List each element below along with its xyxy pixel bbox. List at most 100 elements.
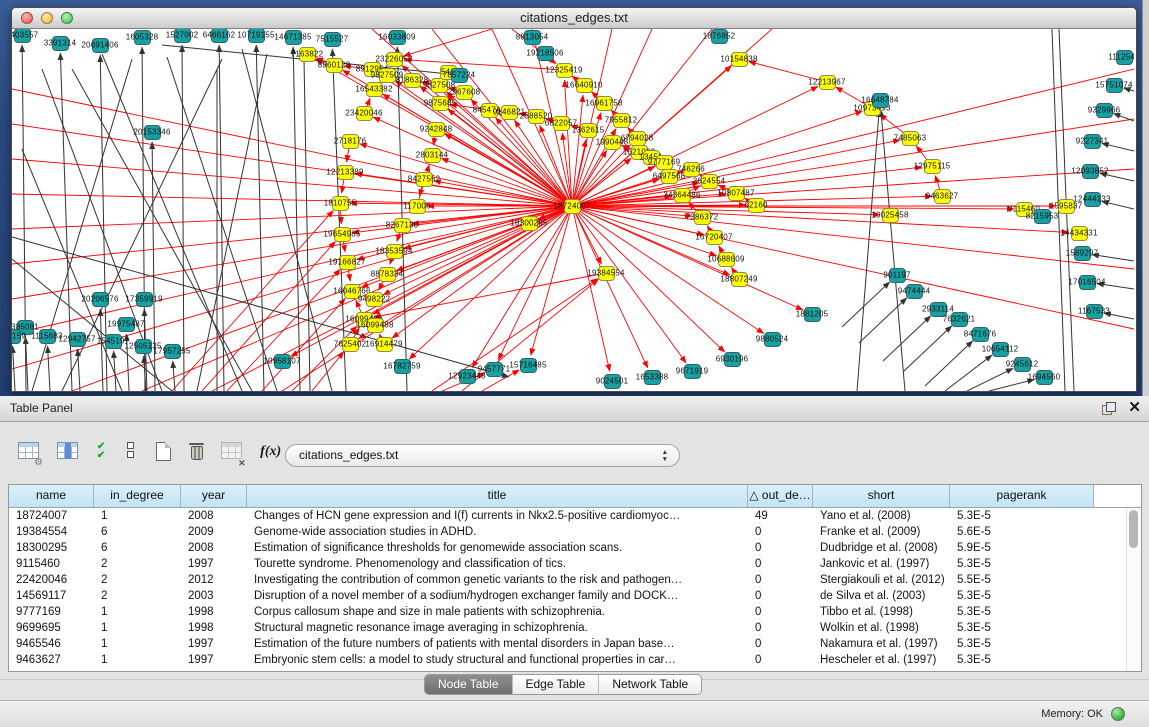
graph-node[interactable] bbox=[332, 196, 349, 211]
graph-node[interactable] bbox=[731, 272, 748, 287]
close-panel-icon[interactable]: ✕ bbox=[1128, 399, 1141, 417]
table-row[interactable]: 946362711997Embryonic stem cells: a mode… bbox=[9, 652, 1141, 668]
graph-node[interactable] bbox=[930, 302, 947, 317]
graph-node[interactable] bbox=[889, 268, 906, 283]
minimize-window-button[interactable] bbox=[41, 12, 53, 24]
graph-node[interactable] bbox=[459, 369, 476, 384]
select-all-button[interactable]: ✔✔ bbox=[97, 442, 115, 463]
graph-node[interactable] bbox=[135, 339, 152, 354]
table-row[interactable]: 2242004622012Investigating the contribut… bbox=[9, 572, 1141, 588]
graph-node[interactable] bbox=[520, 358, 537, 373]
vertical-scrollbar[interactable] bbox=[1126, 508, 1141, 671]
column-header[interactable]: pagerank bbox=[950, 485, 1094, 507]
graph-node[interactable] bbox=[431, 78, 448, 93]
graph-node[interactable] bbox=[1014, 357, 1031, 372]
delete-column-button[interactable] bbox=[189, 442, 204, 466]
zoom-window-button[interactable] bbox=[61, 12, 73, 24]
show-columns-button[interactable] bbox=[57, 442, 78, 464]
graph-node[interactable] bbox=[324, 32, 341, 47]
graph-node[interactable] bbox=[285, 30, 302, 45]
graph-node[interactable] bbox=[1016, 202, 1033, 217]
graph-node[interactable] bbox=[356, 106, 373, 121]
table-row[interactable]: 1830029562008Estimation of significance … bbox=[9, 540, 1141, 556]
graph-node[interactable] bbox=[428, 122, 445, 137]
tab-edge-table[interactable]: Edge Table bbox=[513, 675, 600, 694]
graph-node[interactable] bbox=[481, 103, 498, 118]
function-builder-button[interactable]: f(x) bbox=[260, 442, 281, 460]
graph-node[interactable] bbox=[1082, 164, 1099, 179]
graph-node[interactable] bbox=[1058, 199, 1075, 214]
graph-node[interactable] bbox=[951, 312, 968, 327]
graph-node[interactable] bbox=[394, 218, 411, 233]
graph-node[interactable] bbox=[580, 123, 597, 138]
graph-node[interactable] bbox=[674, 188, 691, 203]
graph-node[interactable] bbox=[718, 252, 735, 267]
table-row[interactable]: 1456911722003Disruption of a novel membe… bbox=[9, 588, 1141, 604]
graph-node[interactable] bbox=[334, 227, 351, 242]
table-row[interactable]: 969969511998Structural magnetic resonanc… bbox=[9, 620, 1141, 636]
graph-node[interactable] bbox=[537, 46, 554, 61]
graph-node[interactable] bbox=[661, 169, 678, 184]
graph-node[interactable] bbox=[596, 96, 613, 111]
graph-node[interactable] bbox=[367, 318, 384, 333]
graph-node[interactable] bbox=[524, 30, 541, 45]
graph-node[interactable] bbox=[92, 292, 109, 307]
graph-node[interactable] bbox=[451, 68, 468, 83]
table-mode-button[interactable]: ⚙ bbox=[18, 442, 39, 464]
graph-node[interactable] bbox=[386, 52, 403, 67]
graph-node[interactable] bbox=[701, 174, 718, 189]
graph-node[interactable] bbox=[804, 307, 821, 322]
graph-node[interactable] bbox=[416, 172, 433, 187]
table-row[interactable]: 1872400712008Changes of HCN gene express… bbox=[9, 508, 1141, 524]
graph-node[interactable] bbox=[1079, 275, 1096, 290]
scrollbar-thumb[interactable] bbox=[1129, 510, 1138, 548]
table-row[interactable]: 911546021997Tourette syndrome. Phenomeno… bbox=[9, 556, 1141, 572]
network-canvas[interactable]: 1872400718300295716382289601288912954232… bbox=[12, 29, 1134, 391]
graph-node[interactable] bbox=[342, 337, 359, 352]
tab-node-table[interactable]: Node Table bbox=[425, 675, 513, 694]
graph-node[interactable] bbox=[924, 159, 941, 174]
graph-node[interactable] bbox=[656, 155, 673, 170]
graph-node[interactable] bbox=[134, 30, 151, 45]
graph-node[interactable] bbox=[174, 29, 191, 43]
column-header[interactable]: title bbox=[247, 485, 748, 507]
graph-node[interactable] bbox=[528, 109, 545, 124]
graph-node[interactable] bbox=[906, 284, 923, 299]
graph-node[interactable] bbox=[724, 352, 741, 367]
graph-node[interactable] bbox=[366, 82, 383, 97]
table-row[interactable]: 977716911998Corpus callosum shape and si… bbox=[9, 604, 1141, 620]
graph-node[interactable] bbox=[1036, 370, 1053, 385]
graph-node[interactable] bbox=[14, 29, 31, 43]
graph-node[interactable] bbox=[92, 38, 109, 53]
graph-node[interactable] bbox=[105, 334, 122, 349]
graph-node[interactable] bbox=[342, 134, 359, 149]
unselect-all-button[interactable] bbox=[127, 442, 135, 465]
graph-node[interactable] bbox=[389, 30, 406, 45]
graph-node[interactable] bbox=[694, 210, 711, 225]
graph-node[interactable] bbox=[934, 189, 951, 204]
graph-node[interactable] bbox=[299, 47, 316, 62]
graph-node[interactable] bbox=[872, 93, 889, 108]
graph-node[interactable] bbox=[136, 292, 153, 307]
graph-node[interactable] bbox=[1074, 246, 1091, 261]
graph-node[interactable] bbox=[629, 131, 646, 146]
graph-node[interactable] bbox=[728, 186, 745, 201]
graph-node[interactable] bbox=[684, 364, 701, 379]
graph-node[interactable] bbox=[366, 292, 383, 307]
graph-node[interactable] bbox=[1084, 192, 1101, 207]
graph-node[interactable] bbox=[521, 216, 538, 231]
graph-node[interactable] bbox=[164, 344, 181, 359]
graph-node[interactable] bbox=[644, 370, 661, 385]
graph-node[interactable] bbox=[576, 78, 593, 93]
graph-node[interactable] bbox=[1096, 103, 1113, 118]
graph-node[interactable] bbox=[731, 52, 748, 67]
graph-node[interactable] bbox=[386, 244, 403, 259]
graph-node[interactable] bbox=[69, 332, 86, 347]
graph-node[interactable] bbox=[819, 75, 836, 90]
graph-node[interactable] bbox=[376, 337, 393, 352]
graph-node[interactable] bbox=[432, 96, 449, 111]
graph-node[interactable] bbox=[379, 68, 396, 83]
column-header[interactable]: △ out_de… bbox=[748, 485, 813, 507]
graph-node[interactable] bbox=[556, 63, 573, 78]
table-row[interactable]: 946554611997Estimation of the future num… bbox=[9, 636, 1141, 652]
